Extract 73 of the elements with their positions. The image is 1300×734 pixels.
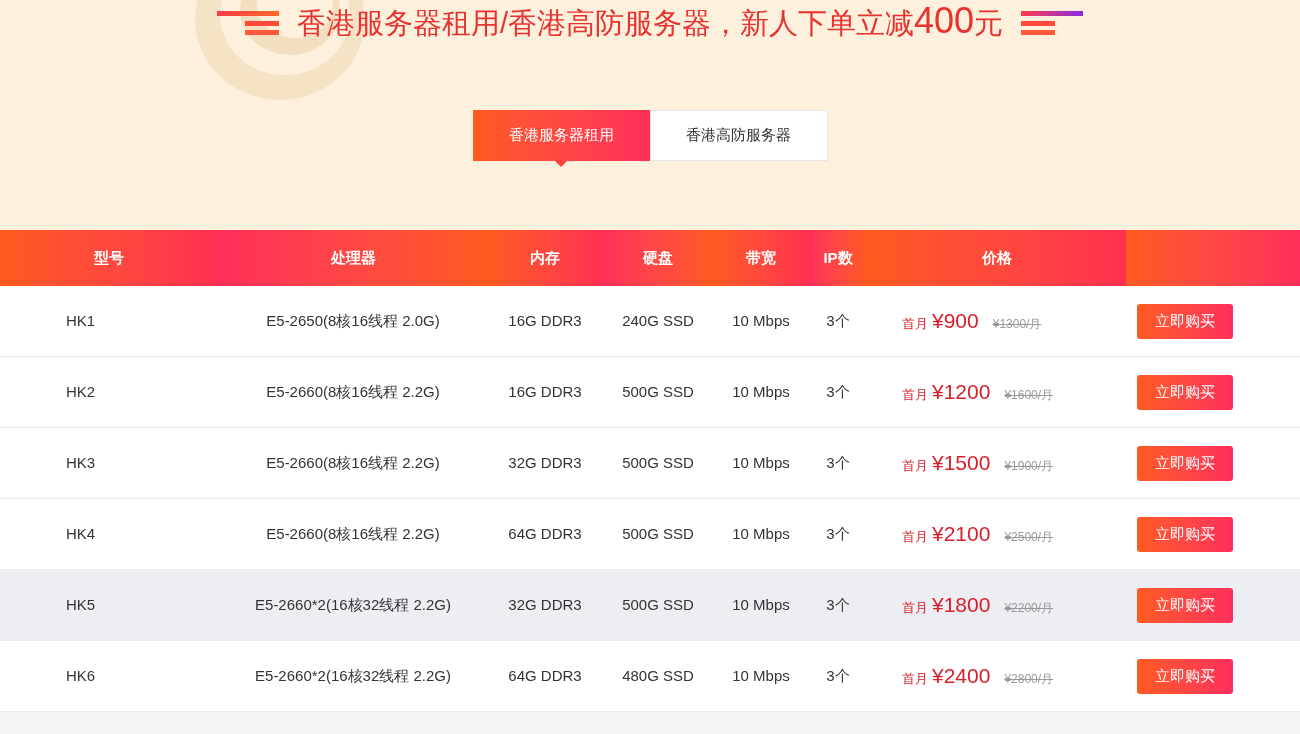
table-cell-text: 500G SSD <box>622 523 694 544</box>
buy-button[interactable]: 立即购买 <box>1137 658 1233 694</box>
table-cell: HK4 <box>66 524 96 542</box>
price: ¥1800 <box>932 592 991 619</box>
first-month-label: 首月 <box>902 315 928 334</box>
table-cell-text: 500G SSD <box>622 381 694 402</box>
table-cell-text: 480G SSD <box>622 665 694 686</box>
buy-button[interactable]: 立即购买 <box>1137 445 1233 481</box>
original-price: ¥2500/月 <box>1004 529 1054 547</box>
table-cell-text: 10 Mbps <box>732 452 790 473</box>
tab-pointer-icon <box>555 161 567 167</box>
column-header: 带宽 <box>714 230 808 286</box>
original-price: ¥1600/月 <box>1004 387 1054 405</box>
table-cell: HK1 <box>66 311 96 329</box>
column-header: 硬盘 <box>602 230 714 286</box>
table-cell-text: 3个 <box>826 452 850 473</box>
column-header: 价格 <box>868 230 1126 286</box>
table-cell-text: 3个 <box>826 310 850 331</box>
original-price: ¥2200/月 <box>1004 600 1054 618</box>
table-cell-text: 64G DDR3 <box>508 523 582 544</box>
table-cell: HK6 <box>66 666 96 684</box>
table-cell-text: 10 Mbps <box>732 594 790 615</box>
original-price: ¥1900/月 <box>1004 458 1054 476</box>
buy-button[interactable]: 立即购买 <box>1137 516 1233 552</box>
table-cell-text: 3个 <box>826 523 850 544</box>
banner-title: 香港服务器租用/香港高防服务器，新人下单立减400元 <box>296 2 1004 42</box>
table-cell-text: E5-2660(8核16线程 2.2G) <box>266 523 440 544</box>
original-price: ¥1300/月 <box>992 316 1042 334</box>
column-header: 型号 <box>0 230 218 286</box>
table-cell-text: 240G SSD <box>622 310 694 331</box>
first-month-label: 首月 <box>902 457 928 476</box>
column-header: 处理器 <box>218 230 488 286</box>
price: ¥2100 <box>932 521 991 548</box>
table-cell-text: E5-2660*2(16核32线程 2.2G) <box>255 594 451 615</box>
table-cell: HK3 <box>66 453 96 471</box>
tab[interactable]: 香港服务器租用 <box>472 110 650 161</box>
table-cell-text: 3个 <box>826 381 850 402</box>
price: ¥2400 <box>932 663 991 690</box>
tab[interactable]: 香港高防服务器 <box>649 110 828 161</box>
original-price: ¥2800/月 <box>1004 671 1054 689</box>
table-cell-text: E5-2660(8核16线程 2.2G) <box>266 381 440 402</box>
table-cell-text: 3个 <box>826 594 850 615</box>
table-cell-text: 500G SSD <box>622 452 694 473</box>
first-month-label: 首月 <box>902 670 928 689</box>
first-month-label: 首月 <box>902 528 928 547</box>
stripes-icon <box>1021 9 1084 35</box>
price: ¥1200 <box>932 379 991 406</box>
table-cell: HK2 <box>66 382 96 400</box>
buy-button[interactable]: 立即购买 <box>1137 587 1233 623</box>
table-cell-text: 10 Mbps <box>732 665 790 686</box>
table-cell-text: E5-2660*2(16核32线程 2.2G) <box>255 665 451 686</box>
column-header: 内存 <box>488 230 602 286</box>
buy-button[interactable]: 立即购买 <box>1137 303 1233 339</box>
table-cell-text: E5-2650(8核16线程 2.0G) <box>266 310 440 331</box>
table-cell-text: 16G DDR3 <box>508 310 582 331</box>
table-cell-text: 16G DDR3 <box>508 381 582 402</box>
table-cell-text: E5-2660(8核16线程 2.2G) <box>266 452 440 473</box>
price: ¥1500 <box>932 450 991 477</box>
table-cell-text: 500G SSD <box>622 594 694 615</box>
table-cell-text: 10 Mbps <box>732 381 790 402</box>
table-cell-text: 32G DDR3 <box>508 452 582 473</box>
table-cell-text: 10 Mbps <box>732 523 790 544</box>
table-cell-text: 32G DDR3 <box>508 594 582 615</box>
table-cell-text: 64G DDR3 <box>508 665 582 686</box>
price: ¥900 <box>932 308 979 335</box>
column-header: IP数 <box>808 230 868 286</box>
table-cell: HK5 <box>66 595 96 613</box>
first-month-label: 首月 <box>902 386 928 405</box>
stripes-icon <box>216 9 279 35</box>
table-cell-text: 3个 <box>826 665 850 686</box>
first-month-label: 首月 <box>902 599 928 618</box>
table-cell-text: 10 Mbps <box>732 310 790 331</box>
buy-button[interactable]: 立即购买 <box>1137 374 1233 410</box>
